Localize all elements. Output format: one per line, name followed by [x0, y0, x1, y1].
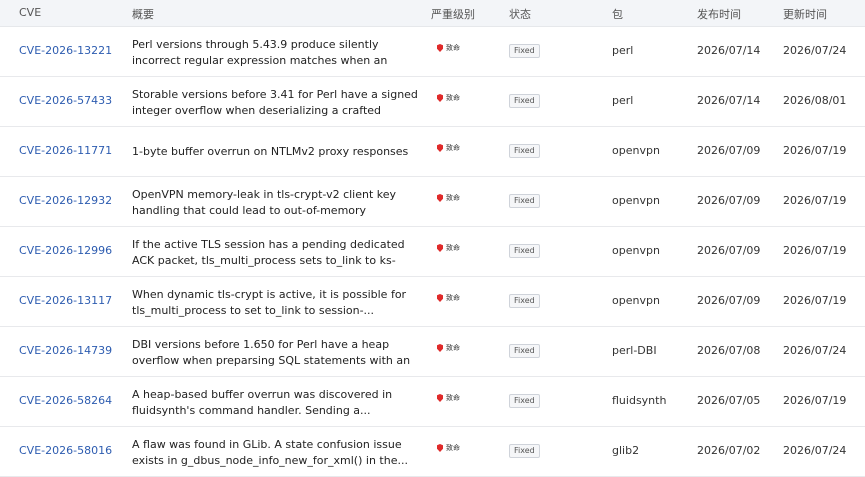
published-date: 2026/07/02: [697, 444, 761, 457]
severity-badge: 致命: [437, 43, 460, 53]
updated-date: 2026/07/19: [783, 294, 847, 307]
cve-link[interactable]: CVE-2026-13221: [19, 44, 112, 57]
table-row[interactable]: CVE-2026-12996 If the active TLS session…: [0, 227, 865, 277]
updated-date: 2026/07/19: [783, 244, 847, 257]
status-badge: Fixed: [509, 94, 540, 108]
package-name: perl: [612, 94, 634, 107]
shield-icon: [437, 94, 443, 102]
summary-text: OpenVPN memory-leak in tls-crypt-v2 clie…: [132, 188, 397, 217]
summary-text: A heap-based buffer overrun was discover…: [132, 388, 393, 417]
shield-icon: [437, 44, 443, 52]
severity-badge: 致命: [437, 293, 460, 303]
status-badge: Fixed: [509, 344, 540, 358]
table-row[interactable]: CVE-2026-57433 Storable versions before …: [0, 77, 865, 127]
column-header-severity[interactable]: 严重级别: [431, 6, 475, 22]
published-date: 2026/07/14: [697, 94, 761, 107]
severity-badge: 致命: [437, 343, 460, 353]
cve-table: CVE 概要 严重级别 状态 包 发布时间 更新时间 CVE-2026-1322…: [0, 0, 865, 477]
package-name: perl-DBI: [612, 344, 657, 357]
severity-badge: 致命: [437, 443, 460, 453]
cve-link[interactable]: CVE-2026-14739: [19, 344, 112, 357]
shield-icon: [437, 244, 443, 252]
summary-text: 1-byte buffer overrun on NTLMv2 proxy re…: [132, 145, 409, 158]
updated-date: 2026/07/19: [783, 194, 847, 207]
cve-link[interactable]: CVE-2026-13117: [19, 294, 112, 307]
summary-text: Perl versions through 5.43.9 produce sil…: [132, 38, 388, 67]
status-badge: Fixed: [509, 44, 540, 58]
summary-text: Storable versions before 3.41 for Perl h…: [132, 88, 418, 117]
status-badge: Fixed: [509, 144, 540, 158]
column-header-cve[interactable]: CVE: [19, 6, 41, 19]
published-date: 2026/07/09: [697, 194, 761, 207]
table-row[interactable]: CVE-2026-11771 1-byte buffer overrun on …: [0, 127, 865, 177]
package-name: openvpn: [612, 144, 660, 157]
updated-date: 2026/07/19: [783, 144, 847, 157]
shield-icon: [437, 444, 443, 452]
cve-link[interactable]: CVE-2026-11771: [19, 144, 112, 157]
status-badge: Fixed: [509, 294, 540, 308]
shield-icon: [437, 344, 443, 352]
shield-icon: [437, 394, 443, 402]
package-name: perl: [612, 44, 634, 57]
package-name: glib2: [612, 444, 640, 457]
package-name: openvpn: [612, 194, 660, 207]
column-header-published[interactable]: 发布时间: [697, 6, 741, 22]
package-name: openvpn: [612, 294, 660, 307]
package-name: openvpn: [612, 244, 660, 257]
shield-icon: [437, 294, 443, 302]
table-row[interactable]: CVE-2026-13117 When dynamic tls-crypt is…: [0, 277, 865, 327]
status-badge: Fixed: [509, 244, 540, 258]
summary-text: If the active TLS session has a pending …: [132, 238, 405, 267]
published-date: 2026/07/05: [697, 394, 761, 407]
table-row[interactable]: CVE-2026-14739 DBI versions before 1.650…: [0, 327, 865, 377]
severity-badge: 致命: [437, 193, 460, 203]
table-row[interactable]: CVE-2026-12932 OpenVPN memory-leak in tl…: [0, 177, 865, 227]
column-header-package[interactable]: 包: [612, 6, 623, 22]
cve-link[interactable]: CVE-2026-12996: [19, 244, 112, 257]
status-badge: Fixed: [509, 194, 540, 208]
column-header-summary: 概要: [132, 8, 154, 21]
table-row[interactable]: CVE-2026-58016 A flaw was found in GLib.…: [0, 427, 865, 477]
published-date: 2026/07/09: [697, 144, 761, 157]
summary-text: When dynamic tls-crypt is active, it is …: [132, 288, 407, 317]
package-name: fluidsynth: [612, 394, 667, 407]
cve-link[interactable]: CVE-2026-58264: [19, 394, 112, 407]
published-date: 2026/07/09: [697, 244, 761, 257]
table-row[interactable]: CVE-2026-58264 A heap-based buffer overr…: [0, 377, 865, 427]
cve-link[interactable]: CVE-2026-58016: [19, 444, 112, 457]
published-date: 2026/07/14: [697, 44, 761, 57]
severity-badge: 致命: [437, 393, 460, 403]
updated-date: 2026/07/24: [783, 444, 847, 457]
table-row[interactable]: CVE-2026-13221 Perl versions through 5.4…: [0, 27, 865, 77]
published-date: 2026/07/08: [697, 344, 761, 357]
summary-text: A flaw was found in GLib. A state confus…: [132, 438, 408, 467]
table-header: CVE 概要 严重级别 状态 包 发布时间 更新时间: [0, 0, 865, 27]
updated-date: 2026/07/24: [783, 44, 847, 57]
column-header-updated[interactable]: 更新时间: [783, 6, 827, 22]
updated-date: 2026/07/24: [783, 344, 847, 357]
severity-badge: 致命: [437, 143, 460, 153]
severity-badge: 致命: [437, 93, 460, 103]
updated-date: 2026/07/19: [783, 394, 847, 407]
status-badge: Fixed: [509, 444, 540, 458]
updated-date: 2026/08/01: [783, 94, 847, 107]
shield-icon: [437, 144, 443, 152]
status-badge: Fixed: [509, 394, 540, 408]
cve-link[interactable]: CVE-2026-57433: [19, 94, 112, 107]
published-date: 2026/07/09: [697, 294, 761, 307]
cve-link[interactable]: CVE-2026-12932: [19, 194, 112, 207]
severity-badge: 致命: [437, 243, 460, 253]
column-header-status[interactable]: 状态: [509, 6, 531, 22]
summary-text: DBI versions before 1.650 for Perl have …: [132, 338, 411, 367]
shield-icon: [437, 194, 443, 202]
